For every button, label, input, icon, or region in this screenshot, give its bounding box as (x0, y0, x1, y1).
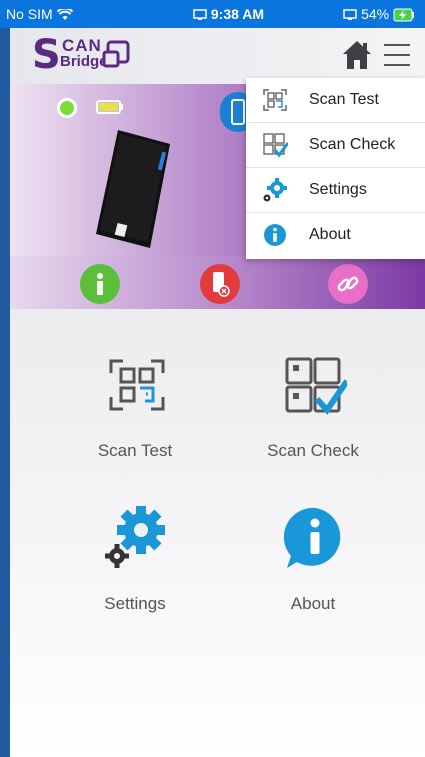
main-menu-grid: Scan Test Scan Check Settings About (10, 309, 425, 757)
disconnect-device-button[interactable] (200, 264, 240, 304)
logo-letter: S (32, 32, 61, 78)
battery-percent: 54% (361, 6, 390, 22)
info-bubble-icon (264, 224, 286, 246)
battery-status: 54% (343, 6, 415, 22)
status-bar: No SIM 9:38 AM 54% (0, 0, 425, 28)
time-label: 9:38 AM (210, 6, 265, 22)
left-edge-strip (0, 0, 10, 757)
qr-scan-icon (263, 89, 287, 111)
carrier-label: No SIM (6, 6, 53, 22)
tile-settings[interactable]: Settings (60, 506, 210, 636)
scanner-device-image (96, 130, 170, 248)
dropdown-menu: Scan Test Scan Check Settings About (246, 78, 425, 259)
info-icon (97, 273, 103, 295)
tile-label: About (290, 594, 336, 613)
logo-line2: Bridge (60, 53, 108, 70)
home-icon (343, 41, 371, 69)
app-header: S CAN Bridge (10, 28, 425, 84)
tile-about[interactable]: About (238, 506, 388, 636)
tile-scan-check[interactable]: Scan Check (238, 353, 388, 483)
hamburger-menu-icon (384, 44, 410, 66)
tile-label: Scan Check (267, 441, 359, 460)
scan-check-icon (263, 133, 288, 158)
menu-button[interactable] (382, 40, 412, 70)
logo-box-icon (102, 40, 130, 68)
tile-label: Settings (104, 594, 166, 613)
qr-scan-icon (109, 359, 165, 411)
tile-label: Scan Test (97, 441, 173, 460)
menu-item-about[interactable]: About (246, 213, 425, 258)
battery-charging-icon (393, 8, 414, 22)
home-button[interactable] (340, 38, 374, 72)
tile-scan-test[interactable]: Scan Test (60, 353, 210, 483)
device-disconnect-icon (213, 272, 230, 297)
menu-item-label: Settings (309, 181, 367, 198)
carrier-status: No SIM (6, 6, 73, 22)
wifi-icon (56, 7, 73, 21)
menu-item-scan-test[interactable]: Scan Test (246, 78, 425, 123)
link-round-button[interactable] (328, 264, 368, 304)
gears-icon (263, 178, 287, 202)
gears-icon (105, 506, 165, 568)
screen-mirror-icon (343, 9, 357, 21)
menu-item-settings[interactable]: Settings (246, 168, 425, 213)
menu-item-scan-check[interactable]: Scan Check (246, 123, 425, 168)
menu-item-label: Scan Test (309, 91, 379, 108)
connection-status-indicator (57, 98, 77, 118)
scanbridge-logo: S CAN Bridge (32, 32, 142, 78)
clock: 9:38 AM (193, 6, 264, 22)
app-screen: No SIM 9:38 AM 54% S CAN Bridge Scan Tes… (0, 0, 425, 757)
link-icon (337, 276, 359, 292)
screen-mirror-icon (193, 9, 207, 21)
scan-check-icon (285, 357, 347, 415)
menu-item-label: Scan Check (309, 136, 396, 153)
info-round-button[interactable] (80, 264, 120, 304)
menu-item-label: About (309, 226, 351, 243)
info-bubble-icon (283, 507, 341, 568)
battery-level-icon (96, 100, 123, 114)
